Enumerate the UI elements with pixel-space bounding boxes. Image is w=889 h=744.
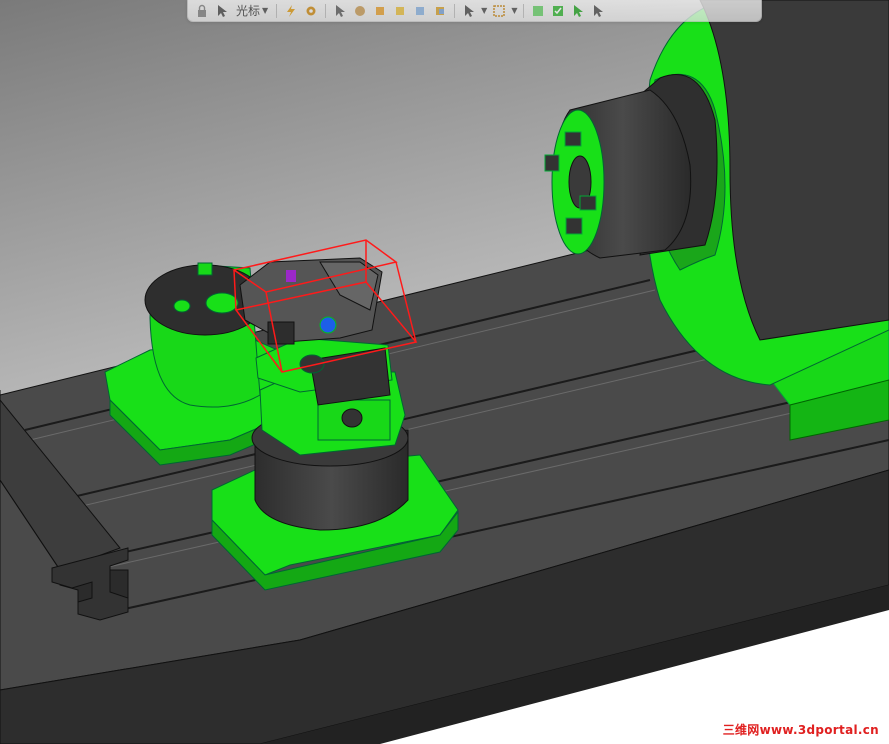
back-fixture-small-hole [173,299,191,313]
cursor-icon[interactable] [590,3,606,19]
toolbar-separator [523,3,525,18]
spindle-jaw [564,131,582,147]
box-select-icon[interactable] [491,3,507,19]
cad-3d-viewport[interactable] [0,0,889,744]
cube-blue-icon[interactable] [412,3,428,19]
back-fixture-hole [205,292,239,314]
green-check-icon[interactable] [550,3,566,19]
toolbar-separator [325,3,327,18]
cube-gold-icon[interactable] [432,3,448,19]
workpiece-blue-feature [319,316,337,334]
green-cursor-icon[interactable] [570,3,586,19]
chevron-down-icon: ▼ [262,6,269,15]
gear-icon[interactable] [303,3,319,19]
selection-filter-dropdown[interactable]: 光标 ▼ [234,3,270,19]
vise-lower-bore [341,408,363,428]
sphere-icon[interactable] [352,3,368,19]
watermark-text: 三维网www.3dportal.cn [722,723,879,737]
arrow-icon[interactable] [332,3,348,19]
cursor-select-icon[interactable] [214,3,230,19]
lock-icon[interactable] [194,3,210,19]
toolbar-separator [276,3,278,18]
cube-yellow-icon[interactable] [392,3,408,19]
selection-toolbar: 光标 ▼ ▼ ▼ [187,0,762,22]
green-s-icon[interactable] [530,3,546,19]
toolbar-separator [454,3,456,18]
lightning-icon[interactable] [283,3,299,19]
back-fixture-pin [197,262,213,276]
select-arrow-icon[interactable] [461,3,477,19]
spindle-jaw [565,217,583,235]
spindle-jaw [579,195,597,211]
cube-orange-icon[interactable] [372,3,388,19]
workpiece-purple-feature [286,270,296,282]
chevron-down-icon[interactable]: ▼ [481,6,487,15]
selection-filter-label: 光标 [236,4,261,18]
chevron-down-icon[interactable]: ▼ [511,6,517,15]
spindle-jaw [544,154,560,172]
